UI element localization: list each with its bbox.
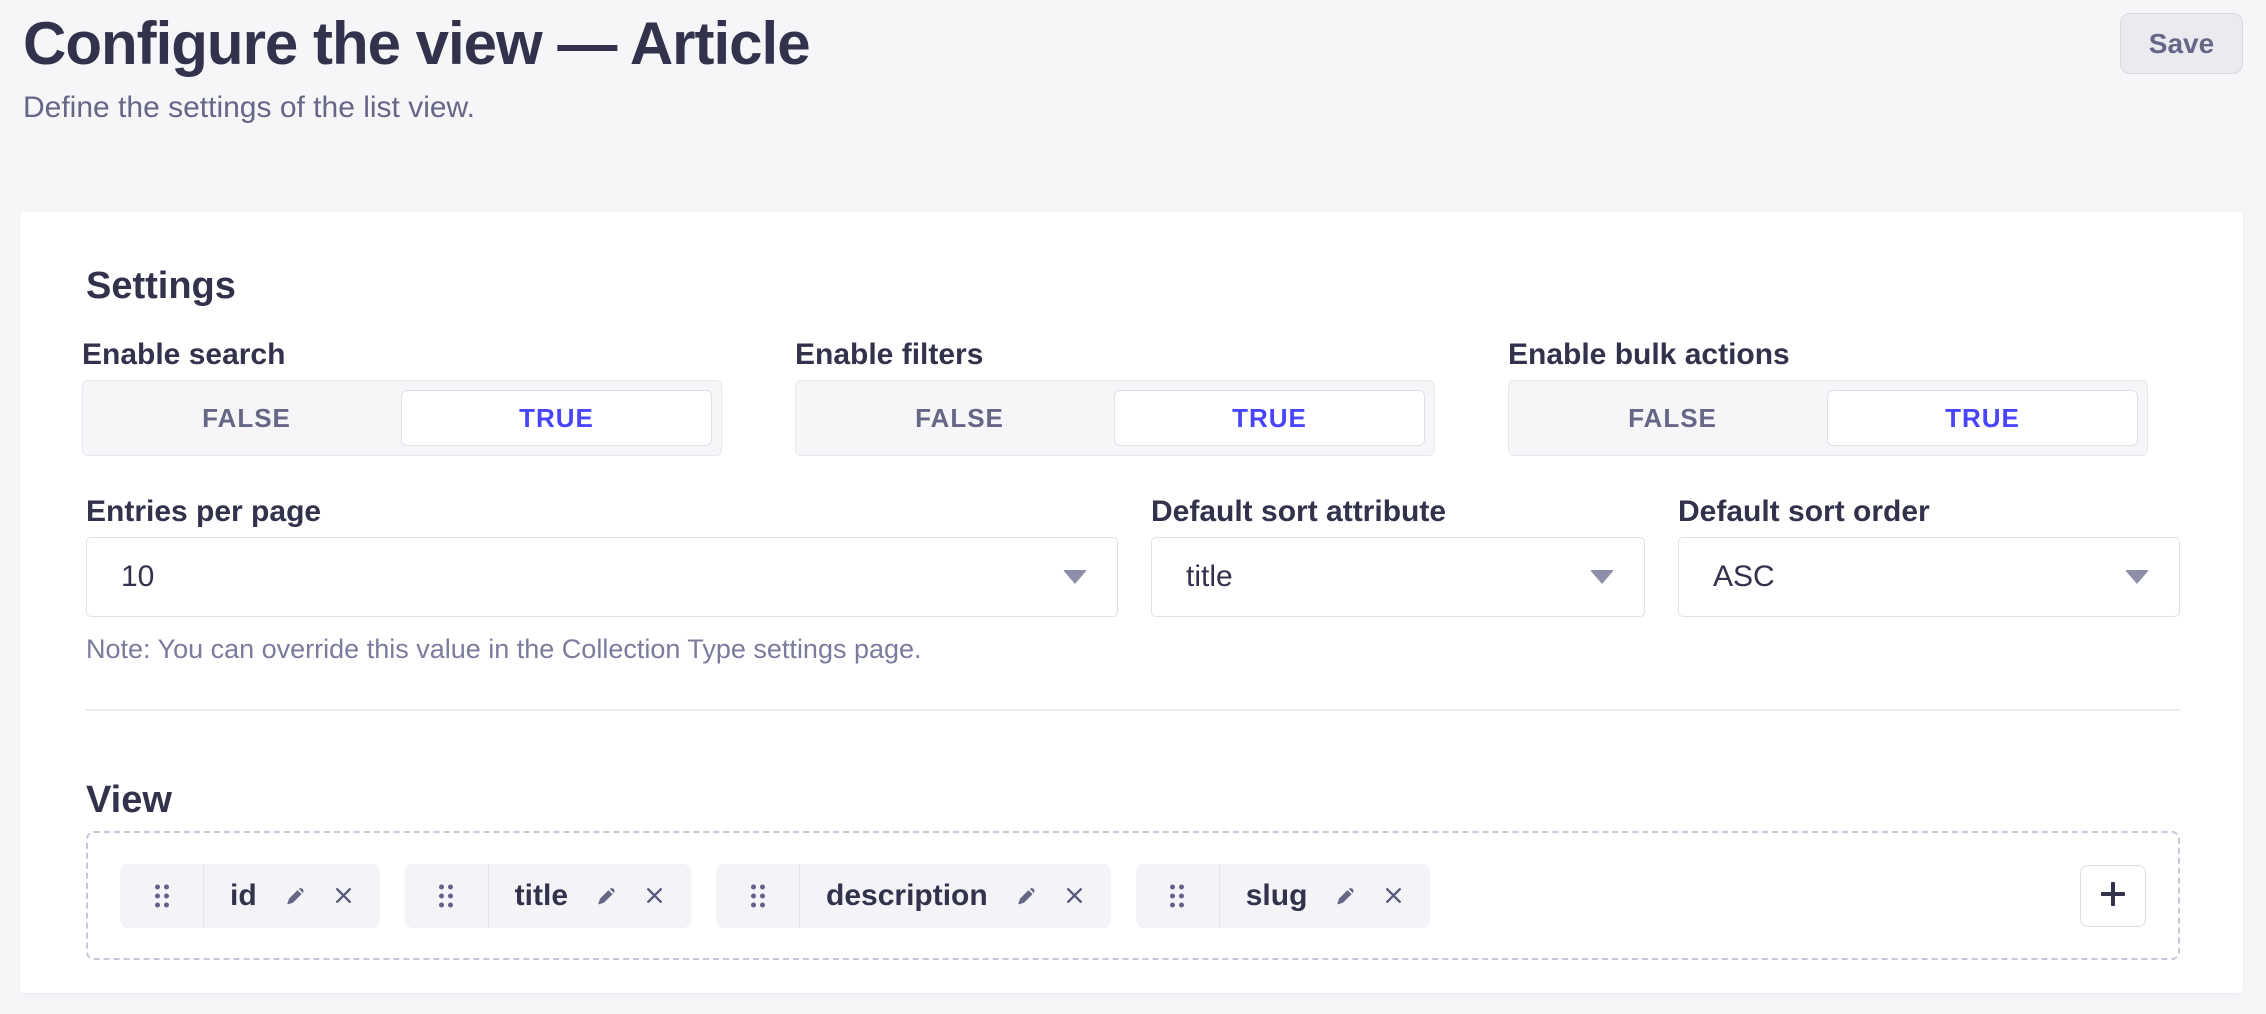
enable-bulk-actions-label: Enable bulk actions <box>1508 338 2148 371</box>
default-sort-attribute-select[interactable]: title <box>1151 537 1645 617</box>
enable-filters-label: Enable filters <box>795 338 1435 371</box>
drag-handle-icon[interactable] <box>716 864 800 928</box>
edit-pencil-icon[interactable] <box>284 885 306 907</box>
caret-down-icon <box>1590 570 1614 584</box>
enable-filters-true-option[interactable]: TRUE <box>1114 390 1425 446</box>
enable-filters-field: Enable filters FALSE TRUE <box>795 338 1435 456</box>
default-sort-order-select[interactable]: ASC <box>1678 537 2180 617</box>
field-chip-label: description <box>826 879 988 913</box>
default-sort-order-value: ASC <box>1713 560 1775 594</box>
default-sort-order-field: Default sort order ASC <box>1678 495 2180 617</box>
enable-search-true-option[interactable]: TRUE <box>401 390 712 446</box>
edit-pencil-icon[interactable] <box>1334 885 1356 907</box>
field-chip-label: slug <box>1246 879 1308 913</box>
drag-handle-icon[interactable] <box>120 864 204 928</box>
page-title: Configure the view — Article <box>23 10 2243 77</box>
field-chip-label: id <box>230 879 257 913</box>
enable-search-field: Enable search FALSE TRUE <box>82 338 722 456</box>
add-field-button[interactable] <box>2080 865 2146 927</box>
page-header: Configure the view — Article Define the … <box>23 10 2243 125</box>
default-sort-attribute-field: Default sort attribute title <box>1151 495 1645 617</box>
toggles-row: Enable search FALSE TRUE Enable filters … <box>82 338 2148 456</box>
entries-per-page-label: Entries per page <box>86 495 1118 528</box>
caret-down-icon <box>2125 570 2149 584</box>
page-subtitle: Define the settings of the list view. <box>23 91 2243 125</box>
remove-x-icon[interactable] <box>1064 885 1085 906</box>
section-divider <box>86 709 2180 711</box>
add-plus-icon <box>2096 877 2130 914</box>
default-sort-attribute-value: title <box>1186 560 1233 594</box>
enable-filters-false-option[interactable]: FALSE <box>805 390 1114 446</box>
field-chip-description: description <box>716 864 1111 928</box>
field-chip-label: title <box>515 879 568 913</box>
entries-per-page-value: 10 <box>121 560 154 594</box>
field-chip-title: title <box>405 864 691 928</box>
edit-pencil-icon[interactable] <box>595 885 617 907</box>
save-button[interactable]: Save <box>2120 13 2243 74</box>
enable-bulk-actions-false-option[interactable]: FALSE <box>1518 390 1827 446</box>
caret-down-icon <box>1063 570 1087 584</box>
enable-search-toggle: FALSE TRUE <box>82 380 722 456</box>
enable-bulk-actions-true-option[interactable]: TRUE <box>1827 390 2138 446</box>
entries-per-page-field: Entries per page 10 <box>86 495 1118 617</box>
entries-per-page-note: Note: You can override this value in the… <box>86 633 2180 665</box>
default-sort-order-label: Default sort order <box>1678 495 2180 528</box>
enable-bulk-actions-field: Enable bulk actions FALSE TRUE <box>1508 338 2148 456</box>
default-sort-attribute-label: Default sort attribute <box>1151 495 1645 528</box>
settings-card: Settings Enable search FALSE TRUE Enable… <box>20 212 2243 993</box>
enable-search-label: Enable search <box>82 338 722 371</box>
edit-pencil-icon[interactable] <box>1015 885 1037 907</box>
view-section-title: View <box>86 781 2180 819</box>
remove-x-icon[interactable] <box>333 885 354 906</box>
field-chip-id: id <box>120 864 380 928</box>
remove-x-icon[interactable] <box>1383 885 1404 906</box>
settings-section-title: Settings <box>86 267 2180 305</box>
enable-search-false-option[interactable]: FALSE <box>92 390 401 446</box>
remove-x-icon[interactable] <box>644 885 665 906</box>
field-chip-slug: slug <box>1136 864 1431 928</box>
view-fields-dropzone: id title <box>86 831 2180 960</box>
enable-filters-toggle: FALSE TRUE <box>795 380 1435 456</box>
entries-per-page-select[interactable]: 10 <box>86 537 1118 617</box>
enable-bulk-actions-toggle: FALSE TRUE <box>1508 380 2148 456</box>
drag-handle-icon[interactable] <box>405 864 489 928</box>
drag-handle-icon[interactable] <box>1136 864 1220 928</box>
selects-row: Entries per page 10 Default sort attribu… <box>86 495 2180 617</box>
